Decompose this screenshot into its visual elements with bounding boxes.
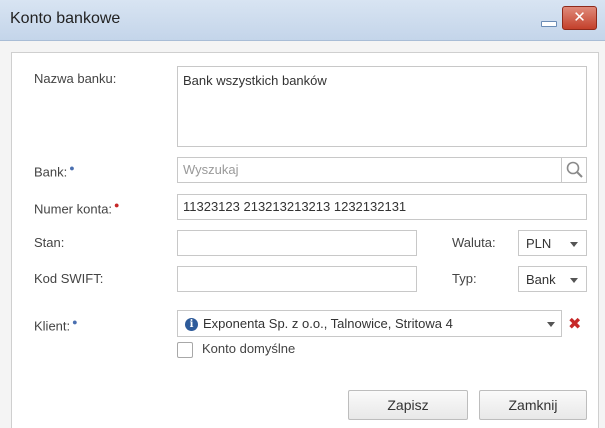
swift-field[interactable] <box>177 266 417 292</box>
dialog-window: Konto bankowe ✕ Nazwa banku: Bank wszyst… <box>0 0 605 428</box>
client-value: Exponenta Sp. z o.o., Talnowice, Stritow… <box>203 316 453 331</box>
close-button[interactable]: Zamknij <box>479 390 587 420</box>
info-icon: ● <box>72 317 78 327</box>
type-value: Bank <box>526 272 556 287</box>
chevron-down-icon <box>570 242 578 247</box>
default-account-checkbox[interactable] <box>177 342 193 358</box>
save-button[interactable]: Zapisz <box>348 390 468 420</box>
required-icon: ● <box>114 200 120 210</box>
currency-label: Waluta: <box>452 235 496 250</box>
client-select[interactable]: i Exponenta Sp. z o.o., Talnowice, Strit… <box>177 310 562 337</box>
bank-name-label: Nazwa banku: <box>34 71 117 86</box>
currency-select[interactable]: PLN <box>518 230 587 256</box>
client-label: Klient: ● <box>34 317 78 333</box>
clear-icon[interactable]: ✖ <box>568 314 581 334</box>
search-icon[interactable] <box>561 157 587 183</box>
bank-search-input[interactable]: Wyszukaj <box>177 157 562 183</box>
account-number-field[interactable]: 11323123 213213213213 1232132131 <box>177 194 587 220</box>
chevron-down-icon <box>570 278 578 283</box>
bank-search-placeholder: Wyszukaj <box>183 162 239 177</box>
account-number-label-text: Numer konta: <box>34 201 113 217</box>
minimize-icon[interactable] <box>537 9 559 29</box>
default-account-label: Konto domyślne <box>202 341 296 356</box>
dialog-title: Konto bankowe <box>10 10 121 27</box>
bank-label: Bank: ● <box>34 163 75 179</box>
titlebar[interactable]: Konto bankowe ✕ <box>0 0 605 41</box>
state-label: Stan: <box>34 235 65 250</box>
info-icon: ● <box>69 163 75 173</box>
close-icon[interactable]: ✕ <box>562 6 597 30</box>
bank-label-text: Bank: <box>34 164 68 180</box>
chevron-down-icon <box>547 322 555 327</box>
type-select[interactable]: Bank <box>518 266 587 292</box>
currency-value: PLN <box>526 236 552 251</box>
account-number-label: Numer konta: ● <box>34 200 119 216</box>
state-field[interactable] <box>177 230 417 256</box>
client-label-text: Klient: <box>34 318 71 334</box>
info-icon: i <box>185 318 198 331</box>
bank-name-field[interactable]: Bank wszystkich banków <box>177 66 587 147</box>
type-label: Typ: <box>452 271 477 286</box>
swift-label: Kod SWIFT: <box>34 271 104 286</box>
